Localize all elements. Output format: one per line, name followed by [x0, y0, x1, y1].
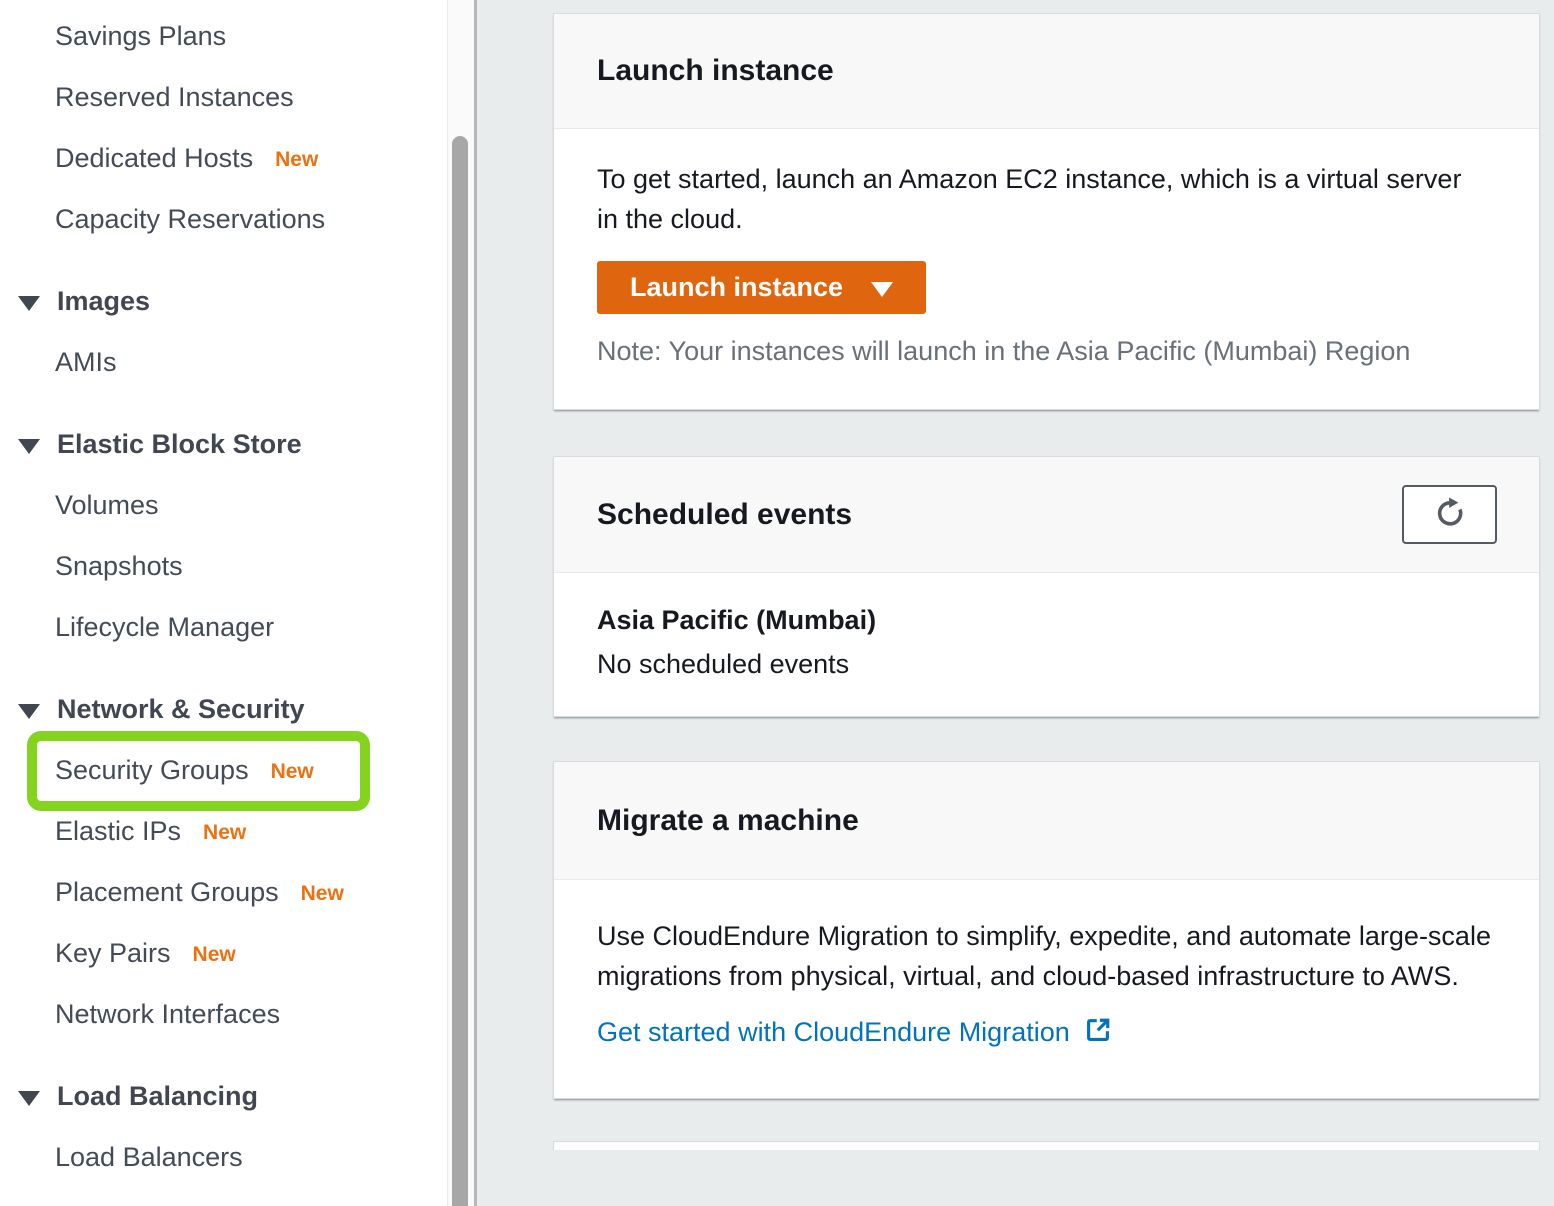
sidebar-item-label: Lifecycle Manager	[55, 612, 274, 643]
sidebar-item-capacity-reservations[interactable]: Capacity Reservations	[0, 189, 447, 250]
new-badge: New	[193, 940, 236, 967]
scheduled-events-card: Scheduled events Asia Pacific (Mumbai) N…	[553, 456, 1540, 717]
sidebar-item-label: Reserved Instances	[55, 82, 294, 113]
sidebar-item-security-groups[interactable]: Security Groups New	[0, 740, 447, 801]
launch-card-header: Launch instance	[554, 14, 1539, 129]
launch-instance-button[interactable]: Launch instance	[597, 261, 926, 314]
sidebar-item-key-pairs[interactable]: Key Pairs New	[0, 923, 447, 984]
sidebar-item-label: Dedicated Hosts	[55, 143, 253, 174]
migrate-card-header: Migrate a machine	[554, 762, 1539, 880]
refresh-icon	[1432, 495, 1468, 534]
caret-down-icon	[871, 282, 893, 297]
region-heading: Asia Pacific (Mumbai)	[597, 605, 1496, 636]
section-caret-icon	[18, 296, 40, 311]
sidebar-section-images[interactable]: Images	[0, 271, 447, 332]
section-title: Elastic Block Store	[57, 429, 302, 460]
sidebar-item-network-interfaces[interactable]: Network Interfaces	[0, 984, 447, 1045]
sidebar-item-label: Load Balancers	[55, 1142, 243, 1173]
launch-region-note: Note: Your instances will launch in the …	[597, 333, 1496, 369]
section-caret-icon	[18, 1091, 40, 1106]
sidebar-item-label: Snapshots	[55, 551, 183, 582]
sidebar-item-dedicated-hosts[interactable]: Dedicated Hosts New	[0, 128, 447, 189]
events-card-body: Asia Pacific (Mumbai) No scheduled event…	[554, 573, 1539, 716]
external-link-icon	[1083, 1013, 1113, 1052]
sidebar-section-load-balancing[interactable]: Load Balancing	[0, 1066, 447, 1127]
sidebar-item-label: AMIs	[55, 347, 117, 378]
cloudendure-migration-link[interactable]: Get started with CloudEndure Migration	[597, 1013, 1113, 1052]
section-caret-icon	[18, 704, 40, 719]
section-caret-icon	[18, 439, 40, 454]
sidebar-section-elastic-block-store[interactable]: Elastic Block Store	[0, 414, 447, 475]
sidebar-item-label: Placement Groups	[55, 877, 279, 908]
launch-card-body: To get started, launch an Amazon EC2 ins…	[554, 129, 1539, 409]
sidebar-item-savings-plans[interactable]: Savings Plans	[0, 6, 447, 67]
sidebar-section-network-security[interactable]: Network & Security	[0, 679, 447, 740]
sidebar-item-snapshots[interactable]: Snapshots	[0, 536, 447, 597]
sidebar-item-label: Network Interfaces	[55, 999, 280, 1030]
sidebar-item-label: Volumes	[55, 490, 159, 521]
launch-description: To get started, launch an Amazon EC2 ins…	[597, 159, 1477, 239]
sidebar-item-reserved-instances[interactable]: Reserved Instances	[0, 67, 447, 128]
sidebar-nav: Savings Plans Reserved Instances Dedicated…	[0, 0, 447, 1188]
migrate-card-body: Use CloudEndure Migration to simplify, e…	[554, 880, 1539, 1098]
section-title: Load Balancing	[57, 1081, 258, 1112]
migrate-machine-card: Migrate a machine Use CloudEndure Migrat…	[553, 761, 1540, 1099]
sidebar-item-label: Key Pairs	[55, 938, 171, 969]
section-title: Images	[57, 286, 150, 317]
launch-button-label: Launch instance	[630, 272, 843, 303]
new-badge: New	[271, 757, 314, 784]
section-title: Network & Security	[57, 694, 305, 725]
sidebar-scrollbar-thumb[interactable]	[452, 136, 468, 1206]
sidebar-item-label: Savings Plans	[55, 21, 226, 52]
ec2-console: Savings Plans Reserved Instances Dedicated…	[0, 0, 1554, 1206]
sidebar-item-volumes[interactable]: Volumes	[0, 475, 447, 536]
events-status: No scheduled events	[597, 649, 1496, 680]
sidebar-item-lifecycle-manager[interactable]: Lifecycle Manager	[0, 597, 447, 658]
events-card-header: Scheduled events	[554, 457, 1539, 573]
new-badge: New	[275, 145, 318, 172]
card-title: Scheduled events	[597, 498, 852, 532]
card-title: Migrate a machine	[597, 804, 859, 838]
sidebar: Savings Plans Reserved Instances Dedicated…	[0, 0, 447, 1206]
sidebar-scrollbar-track[interactable]	[447, 0, 474, 1206]
launch-instance-card: Launch instance To get started, launch a…	[553, 13, 1540, 410]
card-title: Launch instance	[597, 54, 834, 88]
sidebar-item-label: Security Groups	[55, 755, 249, 786]
migrate-description: Use CloudEndure Migration to simplify, e…	[597, 916, 1496, 996]
sidebar-item-placement-groups[interactable]: Placement Groups New	[0, 862, 447, 923]
sidebar-item-elastic-ips[interactable]: Elastic IPs New	[0, 801, 447, 862]
next-card-partial	[553, 1141, 1540, 1150]
link-label: Get started with CloudEndure Migration	[597, 1017, 1070, 1048]
sidebar-item-label: Capacity Reservations	[55, 204, 325, 235]
main-content: Launch instance To get started, launch a…	[477, 0, 1554, 1206]
refresh-button[interactable]	[1402, 485, 1497, 544]
new-badge: New	[203, 818, 246, 845]
new-badge: New	[301, 879, 344, 906]
sidebar-item-label: Elastic IPs	[55, 816, 181, 847]
sidebar-item-load-balancers[interactable]: Load Balancers	[0, 1127, 447, 1188]
sidebar-item-amis[interactable]: AMIs	[0, 332, 447, 393]
